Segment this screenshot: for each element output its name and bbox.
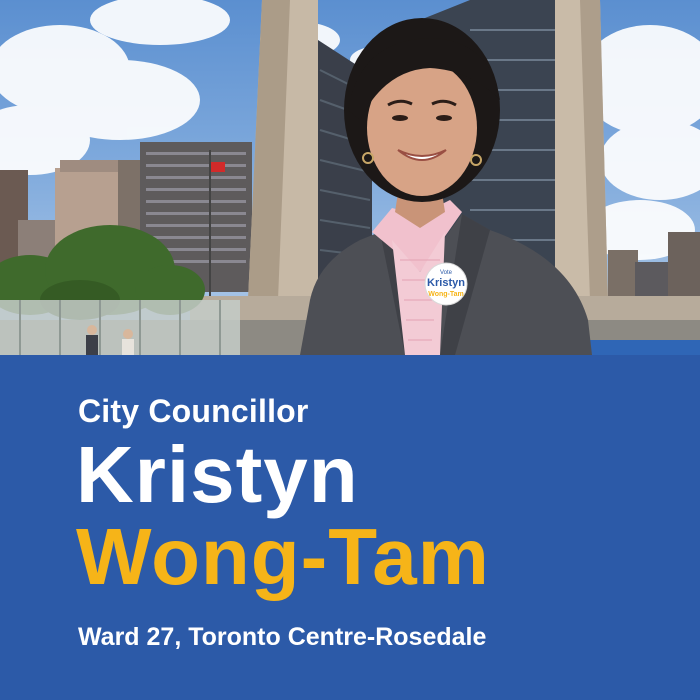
ward-label: Ward 27, Toronto Centre-Rosedale: [78, 623, 487, 651]
badge-name-line1: Kristyn: [427, 277, 465, 289]
candidate-first-name: Kristyn: [76, 430, 359, 519]
badge-name-line2: Wong-Tam: [428, 291, 464, 298]
campaign-poster: Vote Kristyn Wong-Tam City Councillor Kr…: [0, 0, 700, 700]
office-title: City Councillor: [78, 393, 309, 429]
info-panel: City Councillor Kristyn Wong-Tam Ward 27…: [0, 355, 700, 700]
candidate-last-name: Wong-Tam: [76, 512, 490, 601]
badge-top-text: Vote: [440, 270, 453, 276]
campaign-badge: Vote Kristyn Wong-Tam: [424, 262, 468, 306]
candidate-photo: Vote Kristyn Wong-Tam: [0, 0, 700, 355]
